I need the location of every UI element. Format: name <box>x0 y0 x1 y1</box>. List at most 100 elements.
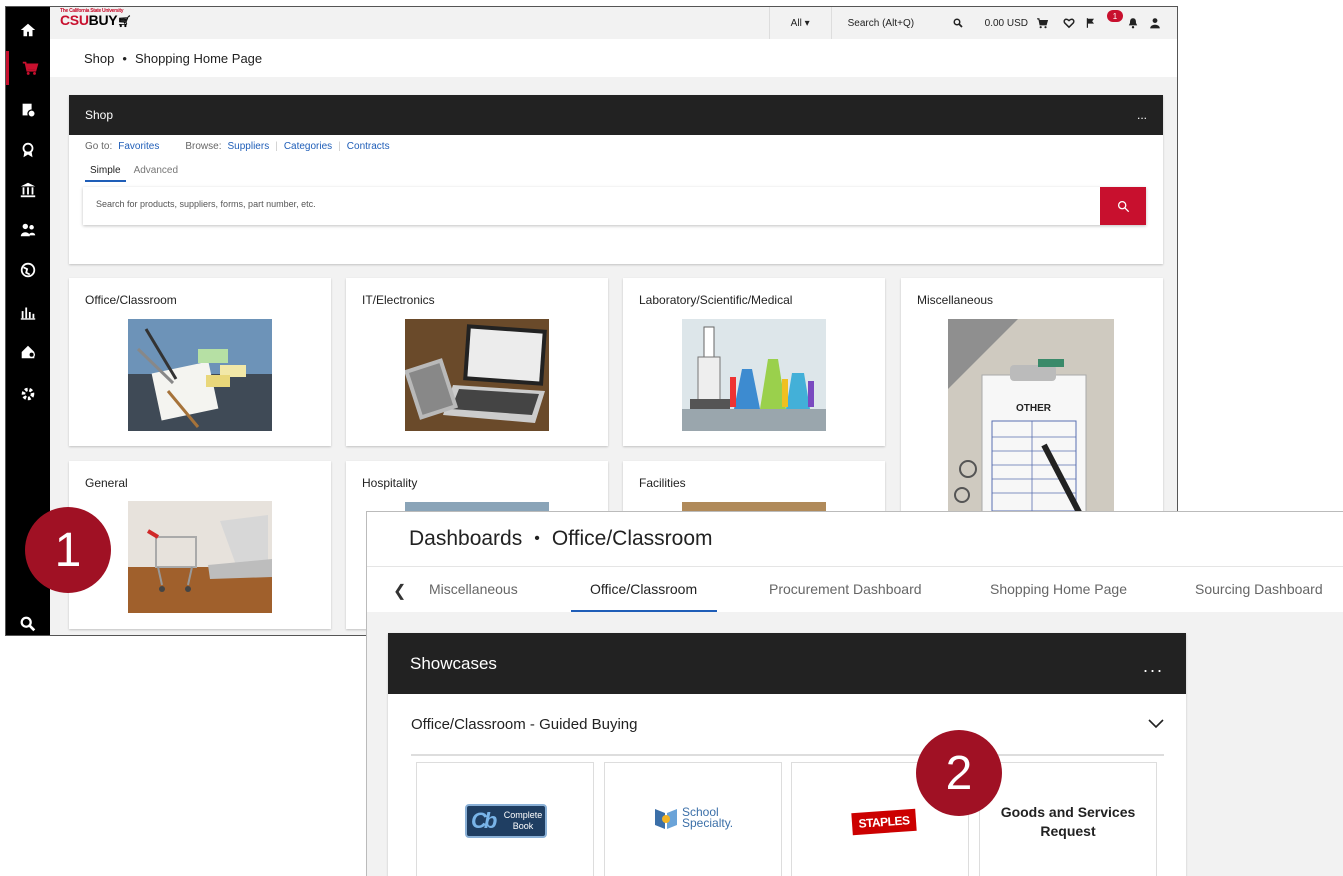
top-icon-group: 1 <box>1063 7 1177 39</box>
category-title: Office/Classroom <box>85 293 177 307</box>
browse-label: Browse: <box>185 141 222 152</box>
product-search-button[interactable] <box>1100 187 1146 225</box>
breadcrumb-separator: • <box>534 530 540 547</box>
logo-cart-icon: 🛒︎ <box>117 16 132 28</box>
chevron-down-icon[interactable] <box>1148 719 1164 729</box>
tab-miscellaneous[interactable]: Miscellaneous <box>429 581 518 597</box>
school-specialty-mark-icon <box>655 809 677 829</box>
active-tab-indicator <box>571 610 717 612</box>
chevron-left-icon[interactable]: ❮ <box>393 581 406 601</box>
shop-panel: Shop ... Go to: Favorites Browse: Suppli… <box>69 95 1163 264</box>
staples-logo: STAPLES <box>851 808 917 836</box>
top-bar: The California State University CSUBUY🛒︎… <box>50 7 1177 39</box>
showcases-panel: Showcases ... Office/Classroom - Guided … <box>388 633 1186 876</box>
link-divider: | <box>338 141 341 152</box>
breadcrumb-current-dashboard: Office/Classroom <box>551 527 713 550</box>
search-icon[interactable] <box>6 607 50 635</box>
category-card-laboratory[interactable]: Laboratory/Scientific/Medical <box>623 278 885 446</box>
showcase-tile-complete-book[interactable]: Cb Complete Book <box>416 762 594 876</box>
user-icon[interactable] <box>1149 17 1161 29</box>
category-title: Hospitality <box>362 476 418 490</box>
category-card-it-electronics[interactable]: IT/Electronics <box>346 278 608 446</box>
electronics-image <box>405 319 549 431</box>
global-search-field[interactable]: Search (Alt+Q) <box>830 7 973 39</box>
complete-book-text: Complete Book <box>503 810 543 831</box>
heart-icon[interactable] <box>1063 17 1075 29</box>
settings-gear-icon[interactable] <box>6 335 50 369</box>
category-title: Facilities <box>639 476 686 490</box>
search-scope-dropdown[interactable]: All ▾ <box>768 7 831 39</box>
showcases-header: Showcases ... <box>388 633 1186 694</box>
tab-sourcing-dashboard[interactable]: Sourcing Dashboard <box>1195 581 1323 597</box>
goods-services-request-label: Goods and Services Request <box>1000 804 1136 839</box>
award-icon[interactable] <box>6 133 50 167</box>
breadcrumb-dashboards[interactable]: Dashboards <box>409 527 522 551</box>
logo-buy-text: BUY <box>88 12 118 28</box>
cb-monogram: Cb <box>471 808 497 833</box>
goto-label: Go to: <box>85 141 113 152</box>
global-search-label: Search (Alt+Q) <box>847 17 915 29</box>
bank-icon[interactable] <box>6 173 50 207</box>
cart-icon[interactable] <box>6 51 50 85</box>
chart-icon[interactable] <box>6 295 50 329</box>
showcase-tile-school-specialty[interactable]: School Specialty. <box>604 762 782 876</box>
cart-summary[interactable]: 0.00 USD <box>973 7 1063 39</box>
search-mode-tabs: Simple Advanced <box>85 165 178 182</box>
gear-icon[interactable] <box>6 377 50 411</box>
showcases-menu-button[interactable]: ... <box>1143 656 1164 677</box>
step-marker-2: 2 <box>916 730 1002 816</box>
category-title: Miscellaneous <box>917 293 994 307</box>
tab-advanced[interactable]: Advanced <box>134 165 178 182</box>
miscellaneous-clipboard-image: OTHER <box>948 319 1114 518</box>
people-icon[interactable] <box>6 213 50 247</box>
home-icon[interactable] <box>6 13 50 47</box>
dashboard-breadcrumb: Dashboards • Office/Classroom <box>367 512 1343 566</box>
tab-simple[interactable]: Simple <box>85 165 126 182</box>
other-label: OTHER <box>1016 403 1051 414</box>
tutorial-composite: The California State University CSUBUY🛒︎… <box>0 0 1343 876</box>
breadcrumb-separator: • <box>122 50 127 66</box>
step-marker-1: 1 <box>25 507 111 593</box>
showcase-tile-goods-services-request[interactable]: Goods and Services Request <box>979 762 1157 876</box>
showcases-title: Showcases <box>410 653 497 673</box>
logo-tagline: The California State University <box>60 8 124 14</box>
notification-badge: 1 <box>1107 10 1123 22</box>
shop-panel-menu-button[interactable]: ... <box>1137 108 1147 122</box>
suppliers-link[interactable]: Suppliers <box>228 141 270 152</box>
link-divider: | <box>275 141 278 152</box>
search-icon[interactable] <box>953 18 963 28</box>
office-supplies-image <box>128 319 272 431</box>
orders-icon[interactable] <box>6 93 50 127</box>
breadcrumb-current-page: Shopping Home Page <box>134 50 263 66</box>
category-title: General <box>85 476 128 490</box>
categories-link[interactable]: Categories <box>284 141 332 152</box>
guided-buying-section-header[interactable]: Office/Classroom - Guided Buying <box>411 694 1164 756</box>
tab-shopping-home-page[interactable]: Shopping Home Page <box>990 581 1127 597</box>
shopping-cart-image <box>128 501 272 613</box>
shop-panel-title: Shop <box>85 108 114 122</box>
school-specialty-text: School Specialty. <box>682 805 734 830</box>
complete-book-logo: Cb Complete Book <box>465 804 547 838</box>
category-title: IT/Electronics <box>362 293 435 307</box>
breadcrumb-shop[interactable]: Shop <box>84 51 114 66</box>
category-card-miscellaneous[interactable]: Miscellaneous OTHER <box>901 278 1163 518</box>
favorites-link[interactable]: Favorites <box>118 141 159 152</box>
search-icon <box>1117 200 1129 212</box>
product-search-input[interactable]: Search for products, suppliers, forms, p… <box>83 187 1146 225</box>
category-card-office-classroom[interactable]: Office/Classroom <box>69 278 331 446</box>
tab-office-classroom[interactable]: Office/Classroom <box>590 581 697 597</box>
guided-buying-title: Office/Classroom - Guided Buying <box>411 715 638 733</box>
globe-icon[interactable] <box>6 253 50 287</box>
bell-icon[interactable] <box>1127 17 1139 29</box>
category-title: Laboratory/Scientific/Medical <box>639 293 793 307</box>
product-search-placeholder: Search for products, suppliers, forms, p… <box>96 199 316 209</box>
cart-icon <box>1037 18 1049 29</box>
shop-panel-header: Shop ... <box>69 95 1163 135</box>
laboratory-image <box>682 319 826 431</box>
contracts-link[interactable]: Contracts <box>347 141 390 152</box>
tab-procurement-dashboard[interactable]: Procurement Dashboard <box>769 581 922 597</box>
flag-icon[interactable] <box>1085 17 1097 29</box>
top-right-tools: All ▾ Search (Alt+Q) 0.00 USD 1 <box>768 7 1177 39</box>
csubuy-logo[interactable]: The California State University CSUBUY🛒︎ <box>60 8 132 28</box>
